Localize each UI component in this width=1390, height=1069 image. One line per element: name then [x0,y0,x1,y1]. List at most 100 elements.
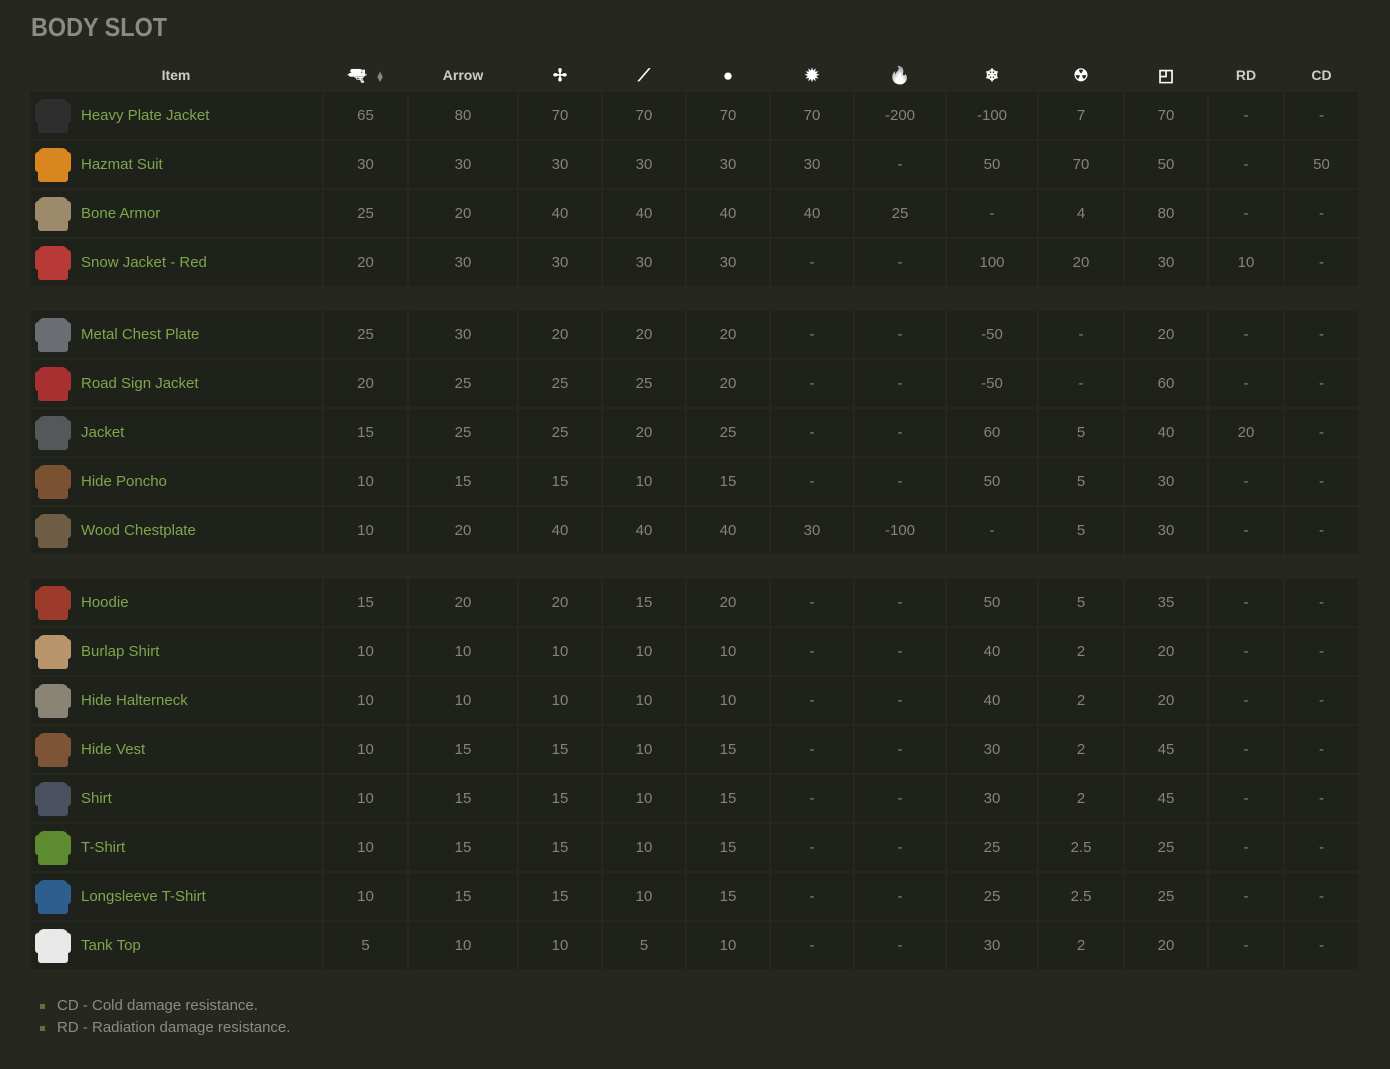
value-cell: 10 [324,726,407,773]
value-cell: 10 [603,873,685,920]
item-name-link[interactable]: Tank Top [81,937,141,954]
column-header-fire[interactable]: 🔥 [855,60,945,90]
group-spacer [30,556,1358,577]
value-cell: 50 [947,141,1037,188]
spacer-cell [30,288,1358,309]
value-cell: 70 [1125,92,1207,139]
item-name-link[interactable]: Longsleeve T-Shirt [81,888,206,905]
item-thumbnail-icon [35,781,71,816]
value-cell: 2 [1039,726,1123,773]
item-name-link[interactable]: Hoodie [81,594,129,611]
value-cell: 20 [324,239,407,286]
value-cell: -50 [947,311,1037,358]
value-cell: 40 [603,190,685,237]
item-name-link[interactable]: Heavy Plate Jacket [81,107,209,124]
value-cell: 10 [324,824,407,871]
column-header-stab-shuriken[interactable]: ✢ [519,60,601,90]
value-cell: - [1209,141,1283,188]
item-name-link[interactable]: Wood Chestplate [81,522,196,539]
value-cell: - [771,824,853,871]
column-header-bite[interactable]: ◰ [1125,60,1207,90]
value-cell: 30 [409,141,517,188]
item-name-link[interactable]: Burlap Shirt [81,643,159,660]
value-cell: 25 [947,824,1037,871]
column-header-slash-knife[interactable]: ⟋ [603,60,685,90]
item-name-link[interactable]: Snow Jacket - Red [81,254,207,271]
value-cell: 2 [1039,677,1123,724]
value-cell: - [855,579,945,626]
value-cell: 45 [1125,726,1207,773]
column-header-item[interactable]: Item [30,60,322,90]
item-name-link[interactable]: Jacket [81,424,124,441]
item-name-link[interactable]: Hide Poncho [81,473,167,490]
value-cell: - [771,726,853,773]
value-cell: - [1285,92,1358,139]
value-cell: 10 [519,922,601,969]
footnotes: CD - Cold damage resistance. RD - Radiat… [40,995,290,1039]
value-cell: 40 [947,628,1037,675]
value-cell: - [1209,628,1283,675]
value-cell: - [1285,628,1358,675]
table-row: Burlap Shirt 10 10 10 10 10- -40 2 20- - [30,628,1358,675]
explosion-icon: ✹ [804,65,820,85]
value-cell: -200 [855,92,945,139]
column-header-pistol[interactable]: 🔫 ▲ ▼ [324,60,407,90]
column-header-cd[interactable]: CD [1285,60,1358,90]
value-cell: 30 [947,775,1037,822]
item-thumbnail-icon [35,464,71,499]
value-cell: 40 [687,507,769,554]
item-name-link[interactable]: Bone Armor [81,205,160,222]
spacer-cell [30,556,1358,577]
value-cell: - [1209,311,1283,358]
value-cell: - [855,726,945,773]
value-cell: 15 [687,726,769,773]
value-cell: 25 [409,360,517,407]
value-cell: 60 [1125,360,1207,407]
item-name-link[interactable]: Hide Halterneck [81,692,188,709]
table-row: Jacket 15 25 25 20 25- -60 5 40 20- [30,409,1358,456]
value-cell: 15 [324,409,407,456]
value-cell: 10 [603,775,685,822]
value-cell: 70 [687,92,769,139]
value-cell: - [771,311,853,358]
item-name-link[interactable]: Hazmat Suit [81,156,163,173]
item-name-link[interactable]: Shirt [81,790,112,807]
value-cell: 70 [603,92,685,139]
value-cell: -50 [947,360,1037,407]
column-header-blunt[interactable]: ● [687,60,769,90]
value-cell: - [947,190,1037,237]
value-cell: 5 [603,922,685,969]
item-name-link[interactable]: Metal Chest Plate [81,326,199,343]
value-cell: - [855,873,945,920]
value-cell: - [771,239,853,286]
table-row: Shirt 10 15 15 10 15- -30 2 45- - [30,775,1358,822]
table-row: Hide Halterneck 10 10 10 10 10- -40 2 20- - [30,677,1358,724]
item-name-link[interactable]: Hide Vest [81,741,145,758]
sort-icon[interactable]: ▲ ▼ [376,69,385,83]
column-header-rd[interactable]: RD [1209,60,1283,90]
item-thumbnail-icon [35,415,71,450]
value-cell: 20 [687,311,769,358]
item-name-link[interactable]: Road Sign Jacket [81,375,199,392]
value-cell: 30 [1125,507,1207,554]
value-cell: 25 [603,360,685,407]
bite-icon: ◰ [1157,65,1175,85]
value-cell: 40 [519,190,601,237]
value-cell: 15 [519,824,601,871]
value-cell: 5 [1039,409,1123,456]
value-cell: - [771,873,853,920]
column-header-radiation[interactable]: ☢ [1039,60,1123,90]
value-cell: 30 [519,141,601,188]
value-cell: - [855,677,945,724]
value-cell: 20 [1209,409,1283,456]
value-cell: 40 [687,190,769,237]
value-cell: 50 [1285,141,1358,188]
column-header-explosion[interactable]: ✹ [771,60,853,90]
value-cell: 65 [324,92,407,139]
value-cell: 25 [324,190,407,237]
column-header-arrow[interactable]: Arrow [409,60,517,90]
column-header-cold-snowflake[interactable]: ❄ [947,60,1037,90]
value-cell: 25 [519,409,601,456]
item-name-link[interactable]: T-Shirt [81,839,125,856]
footnote-rd: RD - Radiation damage resistance. [40,1017,290,1039]
